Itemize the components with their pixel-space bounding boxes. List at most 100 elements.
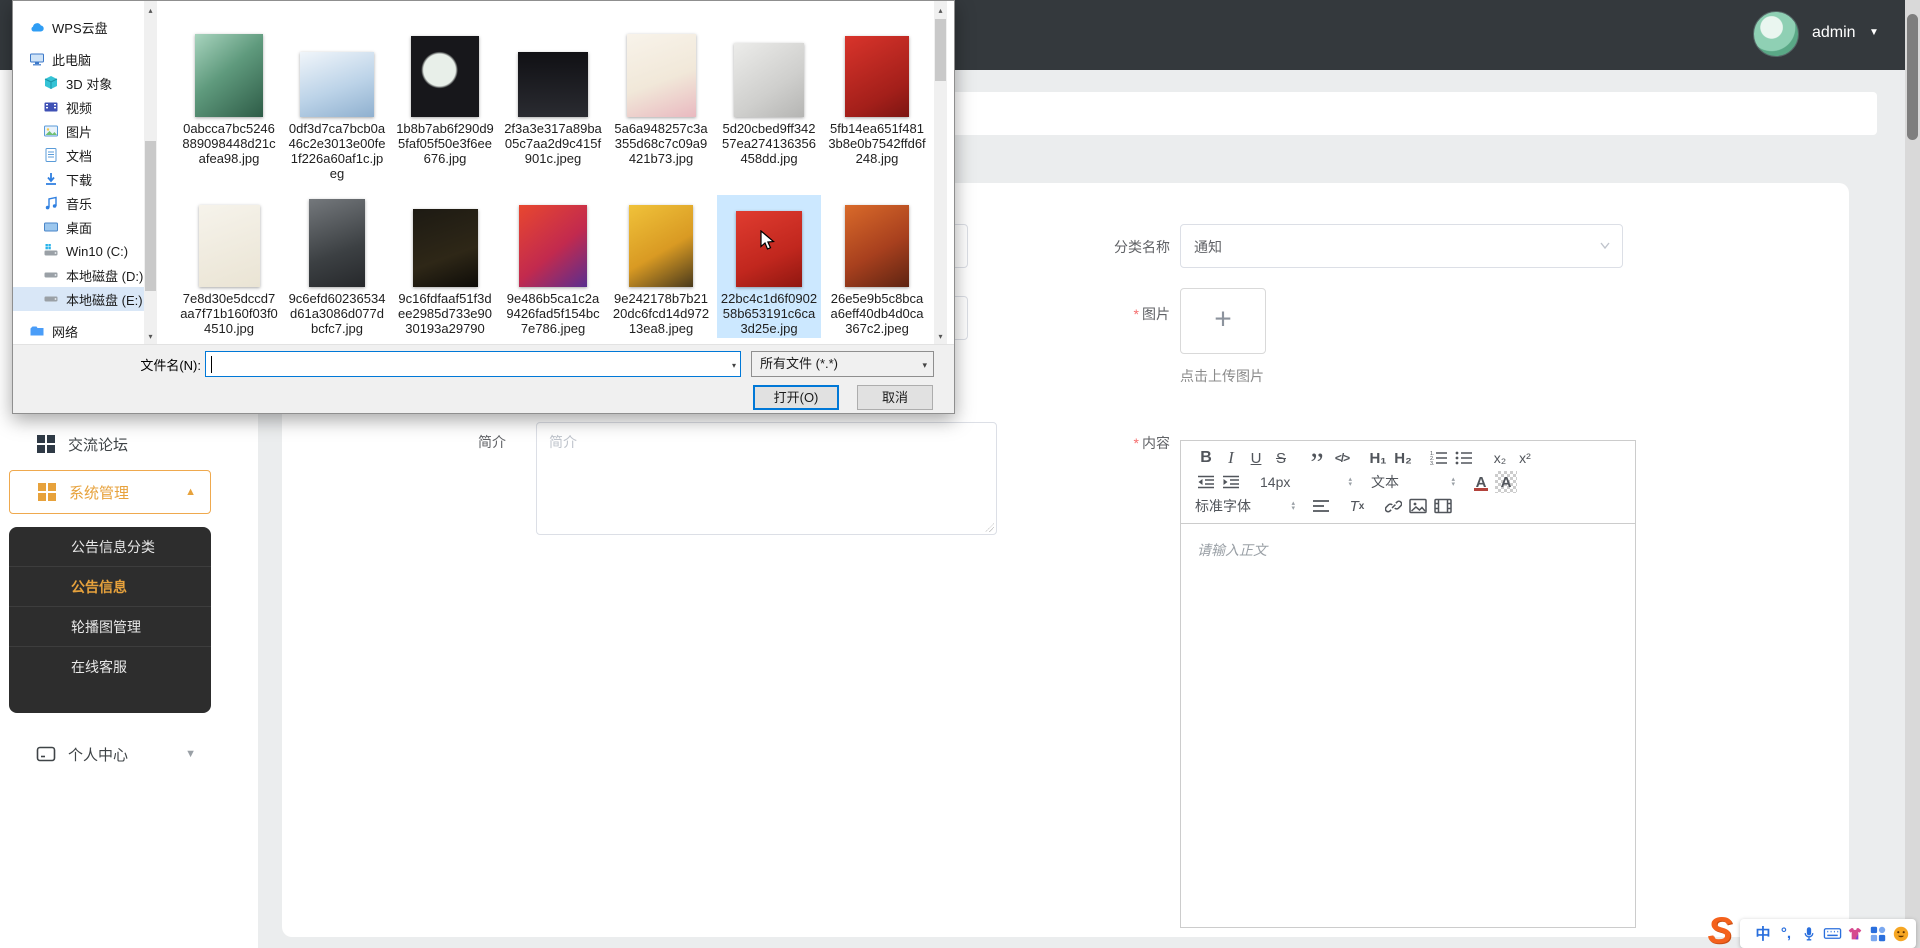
scroll-up-icon[interactable] [144,3,157,18]
link-button[interactable] [1382,495,1404,517]
dialog-nav-item[interactable]: WPS云盘 [13,15,144,39]
heading1-button[interactable]: H₁ [1367,447,1389,469]
dialog-nav-item[interactable]: 此电脑 [13,47,144,71]
underline-button[interactable]: U [1245,447,1267,469]
dialog-nav-item[interactable]: 3D 对象 [13,71,144,95]
file-item[interactable]: 9e486b5ca1c2a9426fad5f154bc7e786.jpeg [501,195,605,338]
blockquote-button[interactable] [1306,447,1328,469]
submenu-item[interactable]: 公告信息分类 [9,527,211,567]
emoji-icon[interactable] [1890,923,1912,945]
align-button[interactable] [1310,495,1332,517]
bullet-list-button[interactable] [1453,447,1475,469]
file-item[interactable]: 5d20cbed9ff34257ea274136356458dd.jpg [717,25,821,183]
sidebar-item-label: 个人中心 [68,746,129,764]
open-button[interactable]: 打开(O) [753,385,839,410]
editor-toolbar: B I U S </> H₁ H₂ 1.2.3. x₂ x² [1181,441,1635,524]
ordered-list-button[interactable]: 1. 2. 3. [1428,447,1450,469]
user-menu-caret-icon[interactable] [1869,27,1879,38]
file-thumbnail [734,43,804,117]
chevron-down-icon [1600,242,1610,250]
page-scrollbar[interactable] [1905,0,1920,948]
files-scrollbar[interactable] [934,1,947,346]
sidebar-item-personal[interactable]: 个人中心 ▼ [0,738,258,770]
microphone-icon[interactable] [1798,923,1820,945]
scroll-down-icon[interactable] [144,329,157,344]
file-item[interactable]: 9c6efd60236534d61a3086d077dbcfc7.jpg [285,195,389,338]
strikethrough-button[interactable]: S [1270,447,1292,469]
dialog-nav-item[interactable]: 网络 [13,319,144,343]
sidebar-item-forum[interactable]: 交流论坛 [0,428,258,460]
punctuation-icon[interactable]: °, [1775,923,1797,945]
file-item[interactable]: 2f3a3e317a89ba05c7aa2d9c415f901c.jpeg [501,25,605,183]
filetype-select[interactable]: 所有文件 (*.*) [751,351,934,377]
file-item[interactable]: 5fb14ea651f4813b8e0b7542ffd6f248.jpg [825,25,929,183]
category-select[interactable]: 通知 [1180,224,1623,268]
image-upload-button[interactable] [1180,288,1266,354]
filename-input[interactable] [205,351,741,377]
dialog-nav-item[interactable]: 本地磁盘 (E:) [13,287,144,311]
indent-button[interactable] [1220,471,1242,493]
files-scrollbar-thumb[interactable] [935,19,946,81]
toolbox-icon[interactable] [1867,923,1889,945]
outdent-button[interactable] [1195,471,1217,493]
file-item[interactable]: 1b8b7ab6f290d95faf05f50e3f6ee676.jpg [393,25,497,183]
italic-button[interactable]: I [1220,447,1242,469]
cancel-button[interactable]: 取消 [857,385,933,410]
category-label: 分类名称 [1114,239,1170,255]
submenu-item[interactable]: 在线客服 [9,647,211,687]
nav-item-label: WPS云盘 [52,20,108,36]
clear-format-button[interactable]: Tx [1346,495,1368,517]
dialog-file-grid: 0abcca7bc5246889098448d21cafea98.jpg 0df3… [177,25,933,338]
heading2-button[interactable]: H₂ [1392,447,1414,469]
dialog-nav-item[interactable]: 文档 [13,143,144,167]
submenu-item[interactable]: 轮播图管理 [9,607,211,647]
chinese-mode-icon[interactable]: 中 [1752,923,1774,945]
intro-textarea[interactable]: 简介 [536,422,997,535]
insert-image-button[interactable] [1407,495,1429,517]
file-item[interactable]: 0df3d7ca7bcb0a46c2e3013e00fe1f226a60af1c… [285,25,389,183]
dialog-nav-item[interactable]: 桌面 [13,215,144,239]
file-thumbnail [300,52,374,117]
insert-video-button[interactable] [1432,495,1454,517]
file-item[interactable]: 9c16fdfaaf51f3dee2985d733e9030193a29790 [393,195,497,338]
file-item[interactable]: 7e8d30e5dccd7aa7f71b160f03f04510.jpg [177,195,281,338]
dialog-nav-item[interactable]: 下载 [13,167,144,191]
music-icon [43,195,59,211]
superscript-button[interactable]: x² [1514,447,1536,469]
header-format-select[interactable]: 文本 [1367,471,1459,493]
file-thumbnail [411,36,479,117]
keyboard-icon[interactable] [1821,923,1843,945]
submenu-item[interactable]: 公告信息 [9,567,211,607]
desktop-icon [43,219,59,235]
font-family-select[interactable]: 标准字体 [1195,495,1299,517]
scroll-up-icon[interactable] [934,3,947,18]
chevron-down-icon [732,361,736,370]
user-avatar[interactable] [1753,11,1799,57]
nav-scrollbar-thumb[interactable] [145,141,156,291]
sidebar-item-system[interactable]: 系统管理 ▲ [9,470,211,514]
dialog-nav-item[interactable]: 视频 [13,95,144,119]
file-item[interactable]: 5a6a948257c3a355d68c7c09a9421b73.jpg [609,25,713,183]
dialog-nav-item[interactable]: 音乐 [13,191,144,215]
file-item[interactable]: 0abcca7bc5246889098448d21cafea98.jpg [177,25,281,183]
bold-button[interactable]: B [1195,447,1217,469]
file-item[interactable]: 22bc4c1d6f090258b653191c6ca3d25e.jpg [717,195,821,338]
file-thumbnail [412,209,478,287]
username[interactable]: admin [1812,24,1856,42]
dialog-nav-item[interactable]: Win10 (C:) [13,239,144,263]
dialog-nav-item[interactable]: 图片 [13,119,144,143]
code-button[interactable]: </> [1331,447,1353,469]
font-size-select[interactable]: 14px [1256,471,1356,493]
background-color-button[interactable]: A [1495,471,1517,493]
text-color-button[interactable]: A [1470,471,1492,493]
scroll-down-icon[interactable] [934,329,947,344]
skin-icon[interactable] [1844,923,1866,945]
page-scrollbar-thumb[interactable] [1907,14,1918,140]
subscript-button[interactable]: x₂ [1489,447,1511,469]
editor-body[interactable]: 请输入正文 [1181,524,1635,927]
file-item[interactable]: 26e5e9b5c8bcaa6eff40db4d0ca367c2.jpeg [825,195,929,338]
file-item[interactable]: 9e242178b7b2120dc6fcd14d97213ea8.jpeg [609,195,713,338]
sogou-logo-icon[interactable]: S [1698,912,1742,948]
dialog-nav-item[interactable]: 本地磁盘 (D:) [13,263,144,287]
nav-scrollbar[interactable] [144,1,157,346]
